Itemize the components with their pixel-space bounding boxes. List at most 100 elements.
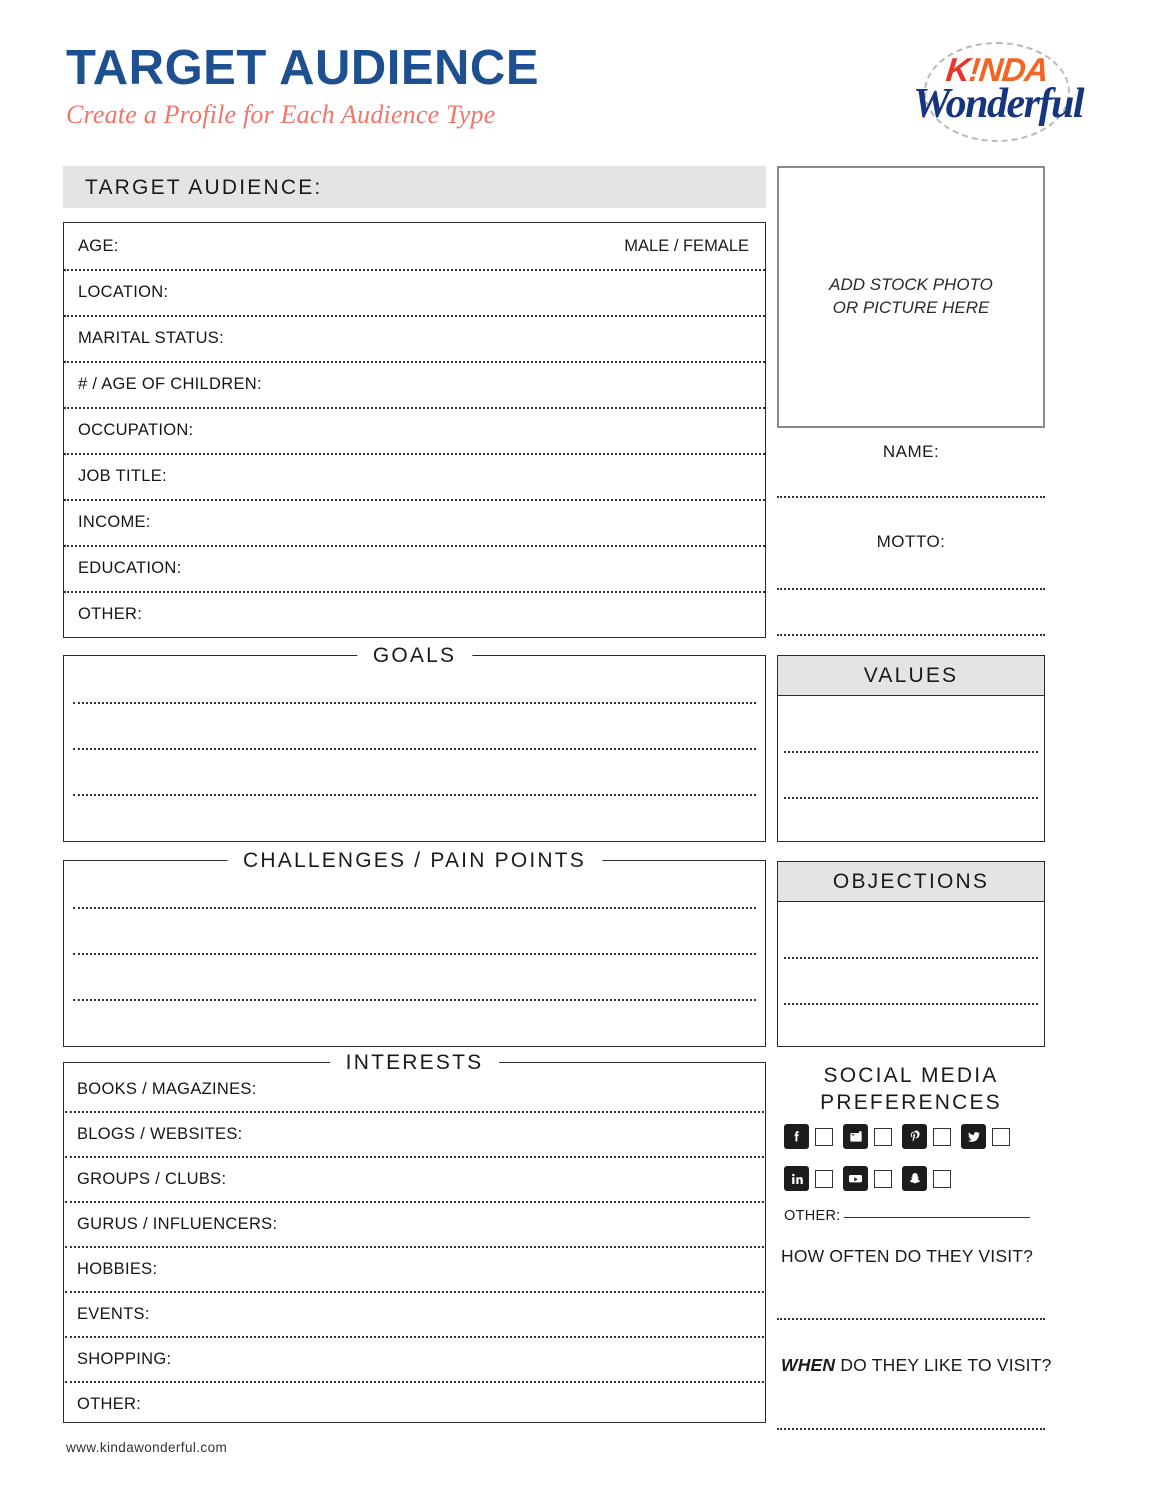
field-label-other: OTHER:	[78, 605, 143, 623]
field-label-name: NAME:	[882, 442, 940, 461]
checkbox-twitter[interactable]	[992, 1127, 1010, 1146]
interests-rule[interactable]	[65, 1291, 764, 1293]
field-rule[interactable]	[64, 499, 765, 501]
question-when-visit: WHEN DO THEY LIKE TO VISIT?	[781, 1355, 1052, 1376]
goals-rule-3[interactable]	[73, 794, 756, 796]
photo-placeholder-line2: OR PICTURE HERE	[832, 298, 990, 317]
photo-placeholder-line1: ADD STOCK PHOTO	[829, 275, 993, 294]
linkedin-icon	[784, 1166, 809, 1191]
social-item-pinterest	[902, 1124, 951, 1149]
social-item-linkedin	[784, 1166, 833, 1191]
kinda-wonderful-logo: K!NDA Wonderful	[896, 40, 1096, 148]
checkbox-pinterest[interactable]	[933, 1127, 951, 1146]
question-when-rule[interactable]	[777, 1428, 1045, 1430]
field-label-hobbies: HOBBIES:	[77, 1260, 158, 1278]
facebook-icon	[784, 1124, 809, 1149]
interests-rule[interactable]	[65, 1381, 764, 1383]
challenges-rule-3[interactable]	[73, 999, 756, 1001]
target-audience-fields-box: AGE: MALE / FEMALE LOCATION: MARITAL STA…	[63, 222, 766, 638]
social-other-input[interactable]	[843, 1205, 1030, 1218]
question-when-rest: DO THEY LIKE TO VISIT?	[835, 1355, 1052, 1375]
social-item-youtube	[843, 1166, 892, 1191]
social-media-title: SOCIAL MEDIA PREFERENCES	[777, 1062, 1045, 1116]
challenges-title: CHALLENGES / PAIN POINTS	[227, 850, 602, 871]
field-label-location: LOCATION:	[78, 283, 169, 301]
name-rule[interactable]	[777, 496, 1045, 498]
field-label-children: # / AGE OF CHILDREN:	[78, 375, 262, 393]
goals-rule-1[interactable]	[73, 702, 756, 704]
field-label-gender: MALE / FEMALE	[624, 237, 749, 255]
social-item-twitter	[961, 1124, 1010, 1149]
checkbox-linkedin[interactable]	[815, 1169, 833, 1188]
values-title: VALUES	[863, 664, 959, 687]
challenges-section: CHALLENGES / PAIN POINTS	[63, 850, 766, 1047]
field-label-marital-status: MARITAL STATUS:	[78, 329, 224, 347]
field-label-gurus-influencers: GURUS / INFLUENCERS:	[77, 1215, 278, 1233]
objections-header: OBJECTIONS	[778, 862, 1044, 902]
snapchat-icon	[902, 1166, 927, 1191]
field-rule[interactable]	[64, 591, 765, 593]
interests-title: INTERESTS	[329, 1052, 500, 1073]
interests-rule[interactable]	[65, 1201, 764, 1203]
field-label-groups-clubs: GROUPS / CLUBS:	[77, 1170, 227, 1188]
goals-section: GOALS	[63, 645, 766, 842]
checkbox-facebook[interactable]	[815, 1127, 833, 1146]
field-rule[interactable]	[64, 315, 765, 317]
values-rule-1[interactable]	[784, 751, 1038, 753]
field-label-blogs-websites: BLOGS / WEBSITES:	[77, 1125, 243, 1143]
social-row-1	[784, 1124, 1020, 1149]
field-label-occupation: OCCUPATION:	[78, 421, 194, 439]
social-title-line2: PREFERENCES	[820, 1091, 1002, 1114]
worksheet-page: TARGET AUDIENCE Create a Profile for Eac…	[0, 0, 1159, 1500]
checkbox-youtube[interactable]	[874, 1169, 892, 1188]
field-label-age: AGE:	[78, 237, 119, 255]
goals-rule-2[interactable]	[73, 748, 756, 750]
challenges-rule-1[interactable]	[73, 907, 756, 909]
field-rule[interactable]	[64, 407, 765, 409]
footer-website[interactable]: www.kindawonderful.com	[66, 1440, 227, 1455]
field-label-interests-other: OTHER:	[77, 1395, 142, 1413]
objections-section: OBJECTIONS	[777, 861, 1045, 1047]
social-row-2	[784, 1166, 961, 1191]
stock-photo-placeholder-box[interactable]: ADD STOCK PHOTO OR PICTURE HERE	[777, 166, 1045, 428]
challenges-rule-2[interactable]	[73, 953, 756, 955]
field-rule[interactable]	[64, 545, 765, 547]
field-label-education: EDUCATION:	[78, 559, 182, 577]
social-other-field: OTHER:	[784, 1205, 1030, 1224]
interests-rule[interactable]	[65, 1336, 764, 1338]
interests-rule[interactable]	[65, 1111, 764, 1113]
values-section: VALUES	[777, 655, 1045, 842]
checkbox-instagram[interactable]	[874, 1127, 892, 1146]
logo-wonderful-text: Wonderful	[912, 81, 1085, 127]
goals-title: GOALS	[356, 645, 473, 666]
field-rule[interactable]	[64, 453, 765, 455]
values-rule-2[interactable]	[784, 797, 1038, 799]
values-header: VALUES	[778, 656, 1044, 696]
social-item-facebook	[784, 1124, 833, 1149]
youtube-icon	[843, 1166, 868, 1191]
target-audience-bar-label: TARGET AUDIENCE:	[85, 176, 323, 199]
motto-rule-1[interactable]	[777, 588, 1045, 590]
field-label-books-magazines: BOOKS / MAGAZINES:	[77, 1080, 257, 1098]
objections-rule-2[interactable]	[784, 1003, 1038, 1005]
interests-rule[interactable]	[65, 1156, 764, 1158]
pinterest-icon	[902, 1124, 927, 1149]
instagram-icon	[843, 1124, 868, 1149]
twitter-icon	[961, 1124, 986, 1149]
target-audience-header-bar: TARGET AUDIENCE:	[63, 166, 766, 208]
checkbox-snapchat[interactable]	[933, 1169, 951, 1188]
interests-section: INTERESTS BOOKS / MAGAZINES: BLOGS / WEB…	[63, 1052, 766, 1423]
photo-placeholder-text: ADD STOCK PHOTO OR PICTURE HERE	[779, 273, 1043, 319]
interests-rule[interactable]	[65, 1246, 764, 1248]
social-item-snapchat	[902, 1166, 951, 1191]
field-label-job-title: JOB TITLE:	[78, 467, 167, 485]
question-how-often-rule[interactable]	[777, 1318, 1045, 1320]
question-when-emphasis: WHEN	[781, 1355, 836, 1375]
field-rule[interactable]	[64, 361, 765, 363]
field-label-shopping: SHOPPING:	[77, 1350, 172, 1368]
question-how-often: HOW OFTEN DO THEY VISIT?	[781, 1246, 1034, 1266]
motto-rule-2[interactable]	[777, 634, 1045, 636]
field-label-income: INCOME:	[78, 513, 151, 531]
objections-rule-1[interactable]	[784, 957, 1038, 959]
field-rule[interactable]	[64, 269, 765, 271]
